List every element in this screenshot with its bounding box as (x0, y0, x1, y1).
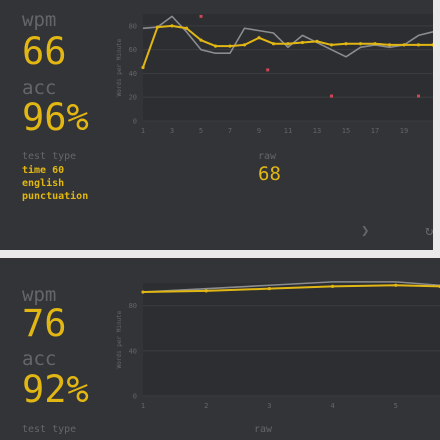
plot-area (143, 283, 440, 396)
wpm-point (257, 36, 261, 40)
x-tick-label: 3 (170, 127, 174, 135)
wpm-point (204, 289, 208, 293)
result-card: wpm 76 acc 92% test type raw 0 40 80 1 2 3 4 5 W… (0, 258, 440, 440)
wpm-point (330, 284, 335, 288)
x-tick-label: 5 (394, 402, 398, 410)
wpm-point (329, 43, 334, 47)
x-tick-label: 15 (342, 127, 350, 135)
wpm-point (387, 43, 392, 47)
x-tick-label: 5 (199, 127, 203, 135)
y-tick-label: 40 (129, 347, 137, 355)
wpm-point (373, 42, 377, 46)
error-point (199, 14, 203, 18)
wpm-point (141, 65, 145, 70)
wpm-point (402, 43, 406, 47)
y-axis-label: Words per Minute (116, 38, 123, 96)
x-tick-label: 19 (400, 127, 408, 135)
x-tick-label: 2 (204, 402, 208, 410)
y-tick-label: 80 (129, 302, 137, 310)
wpm-point (267, 287, 271, 291)
wpm-chart: 0 40 80 1 2 3 4 5 Words per Minute (116, 281, 440, 410)
x-tick-label: 13 (313, 127, 321, 135)
x-tick-label: 4 (330, 402, 334, 410)
error-point (417, 94, 420, 98)
error-point (266, 68, 270, 72)
wpm-point (394, 283, 398, 287)
y-tick-label: 40 (129, 70, 137, 78)
y-tick-label: 0 (133, 118, 137, 126)
x-tick-label: 1 (141, 402, 145, 410)
y-axis-label: Words per Minute (116, 310, 123, 368)
x-tick-label: 9 (257, 127, 261, 135)
y-tick-label: 60 (129, 46, 137, 54)
wpm-point (315, 39, 319, 43)
wpm-point (170, 24, 174, 28)
wpm-point (344, 42, 348, 46)
wpm-point (358, 42, 363, 46)
wpm-point (416, 43, 421, 47)
x-tick-label: 3 (267, 402, 271, 410)
wpm-point (155, 25, 160, 29)
x-tick-label: 17 (371, 127, 379, 135)
plot-area (143, 14, 433, 121)
x-tick-label: 7 (228, 127, 232, 135)
wpm-point (286, 42, 290, 46)
wpm-point (184, 26, 189, 30)
wpm-point (141, 290, 145, 294)
x-tick-label: 1 (141, 127, 145, 135)
wpm-point (213, 44, 218, 48)
y-tick-label: 0 (133, 393, 137, 401)
x-tick-label: 11 (284, 127, 292, 135)
wpm-point (228, 44, 232, 48)
result-card: wpm 66 acc 96% test type time 60 english… (0, 0, 433, 250)
wpm-point (271, 42, 276, 46)
wpm-point (300, 40, 305, 45)
wpm-chart: 0204060801 3 5 7 9 11 13 15 17 19Words per Minute (116, 14, 433, 135)
error-point (330, 94, 333, 98)
wpm-point (199, 38, 203, 42)
y-tick-label: 20 (129, 94, 137, 102)
y-tick-label: 80 (129, 22, 137, 30)
wpm-point (242, 43, 247, 47)
